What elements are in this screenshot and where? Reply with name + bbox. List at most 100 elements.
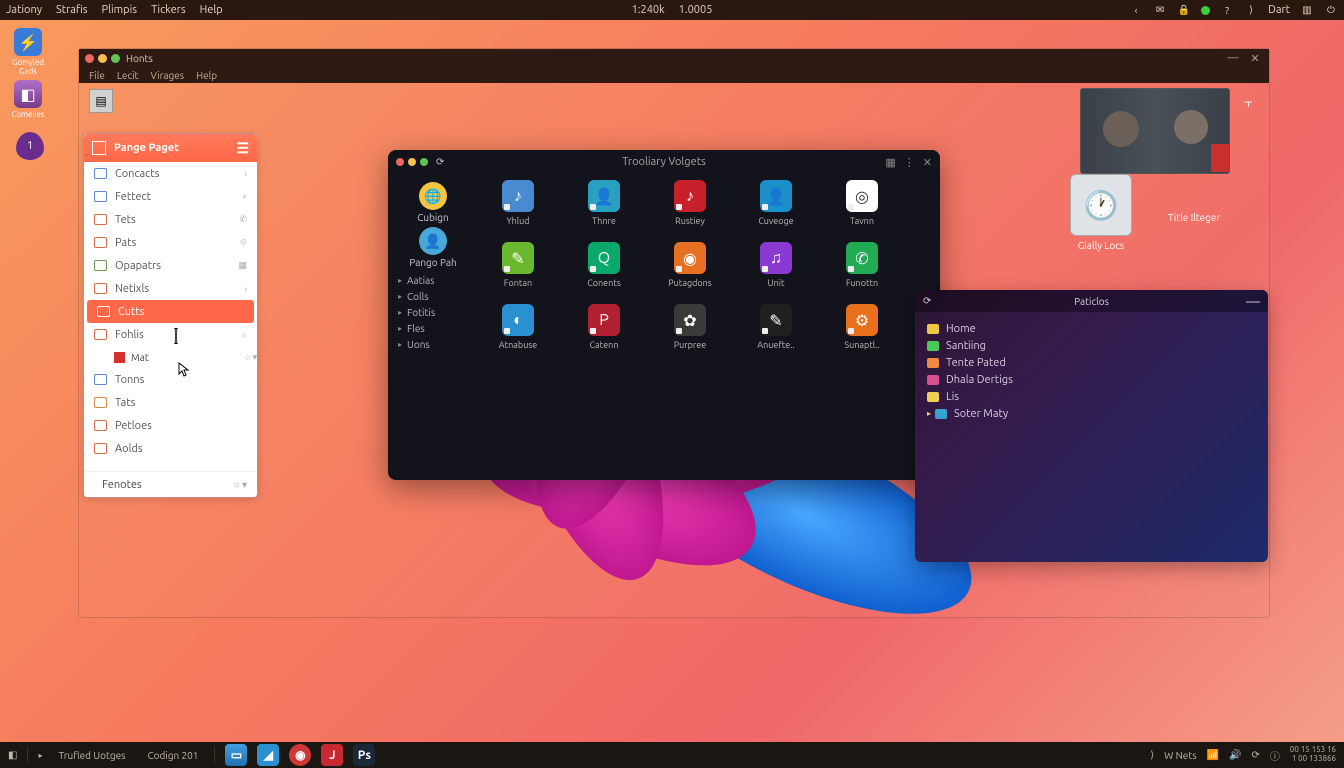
app-launcher-item[interactable]: ◎ Tavnn xyxy=(832,180,892,226)
tray-status-icon[interactable] xyxy=(1201,6,1210,15)
taskbar-chevron-icon[interactable]: ▸ xyxy=(38,751,42,760)
places-item[interactable]: Dhala Dertigs xyxy=(915,371,1268,388)
tray-app-icon[interactable]: ▥ xyxy=(1300,3,1314,17)
panel-subitem[interactable]: Mat○ ▾ xyxy=(84,346,257,368)
panel-item[interactable]: Fohlis ○ xyxy=(84,323,257,346)
menu-file[interactable]: File xyxy=(89,70,105,81)
desktop-icon-shield[interactable]: 1 xyxy=(10,132,50,162)
tray-wifi-icon[interactable]: 📶 xyxy=(1207,749,1219,761)
places-item[interactable]: ▸ Soter Maty xyxy=(915,405,1268,422)
app-launcher-item[interactable]: ✎ Fontan xyxy=(488,242,548,288)
more-icon[interactable]: ⋮ xyxy=(904,156,915,169)
places-item[interactable]: Santiing xyxy=(915,337,1268,354)
tray-info-icon[interactable]: ⓘ xyxy=(1270,748,1280,763)
ring-icon[interactable]: ○ xyxy=(242,330,247,340)
places-item[interactable]: Tente Pated xyxy=(915,354,1268,371)
panel-item[interactable]: Pats ⟐ xyxy=(84,231,257,254)
desktop-thumbnail-video[interactable] xyxy=(1080,88,1230,178)
desktop-icon-clock[interactable]: 🕐 Gially Locs xyxy=(1070,174,1132,251)
taskbar-app-icon[interactable]: Ps xyxy=(353,744,375,766)
close-icon[interactable] xyxy=(85,54,94,63)
app-launcher-item[interactable]: ♫ Unit xyxy=(746,242,806,288)
panel-item[interactable]: Concacts › xyxy=(84,162,257,185)
tray-nav-icon[interactable]: ‹ xyxy=(1129,3,1143,17)
desktop-icon[interactable]: ⚡ Gomyled Gads xyxy=(8,28,48,76)
taskbar-app-icon[interactable]: J xyxy=(321,744,343,766)
tray-label[interactable]: W Nets xyxy=(1164,750,1196,761)
places-item[interactable]: Home xyxy=(915,320,1268,337)
app-launcher-item[interactable]: ◉ Putagdons xyxy=(660,242,720,288)
tray-mail-icon[interactable]: ✉ xyxy=(1153,3,1167,17)
search-icon[interactable]: ⌕ xyxy=(242,191,247,202)
panel-item[interactable]: Aolds xyxy=(84,437,257,460)
dropdown-icon[interactable]: ○ ▾ xyxy=(245,352,257,363)
desktop-icon-label[interactable]: Title Ilteger xyxy=(1168,212,1220,223)
menu-help[interactable]: Help xyxy=(196,70,217,81)
places-item[interactable]: Lis xyxy=(915,388,1268,405)
maximize-icon[interactable] xyxy=(420,158,428,166)
menu-item[interactable]: Help xyxy=(200,4,223,16)
tray-volume-icon[interactable]: 🔊 xyxy=(1229,749,1241,761)
app-launcher-item[interactable]: Q Conents xyxy=(574,242,634,288)
panel-item[interactable]: Tonns xyxy=(84,368,257,391)
minimize-button[interactable]: — xyxy=(1225,51,1241,65)
close-button[interactable]: ✕ xyxy=(1247,51,1263,65)
taskbar-clock[interactable]: 00 15 153 16 1 00 133866 xyxy=(1290,746,1336,764)
app-launcher-item[interactable]: P Catenn xyxy=(574,304,634,350)
sidebar-item[interactable]: Aatias xyxy=(394,272,472,288)
menu-edit[interactable]: Lecit xyxy=(117,70,139,81)
sidebar-category[interactable]: 👤 Pango Pah xyxy=(394,227,472,268)
chev-icon[interactable]: › xyxy=(244,169,247,179)
app-launcher-item[interactable]: ♪ Yhlud xyxy=(488,180,548,226)
menu-icon[interactable]: ☰ xyxy=(236,140,249,157)
chev-icon[interactable]: › xyxy=(244,284,247,294)
panel-item[interactable]: Petloes xyxy=(84,414,257,437)
maximize-icon[interactable] xyxy=(111,54,120,63)
minimize-icon[interactable] xyxy=(408,158,416,166)
sidebar-item[interactable]: Fles xyxy=(394,320,472,336)
sidebar-item[interactable]: Colls xyxy=(394,288,472,304)
menu-item[interactable]: Jationy xyxy=(6,4,42,16)
taskbar-button[interactable]: Codign 201 xyxy=(141,748,204,763)
tray-lock-icon[interactable]: 🔒 xyxy=(1177,3,1191,17)
window-titlebar[interactable]: Honts — ✕ xyxy=(79,49,1269,67)
sidebar-handle-icon[interactable]: ⫟ xyxy=(1244,94,1262,118)
taskbar-app-icon[interactable]: ◢ xyxy=(257,744,279,766)
window-titlebar[interactable]: ⟳ Trooliary Volgets ▦ ⋮ ✕ xyxy=(388,150,940,174)
menu-item[interactable]: Tickers xyxy=(151,4,186,16)
tray-refresh-icon[interactable]: ⟳ xyxy=(1252,749,1260,761)
link-icon[interactable]: ⟐ xyxy=(240,237,247,248)
minimize-button[interactable]: — xyxy=(1246,293,1260,309)
tray-help-icon[interactable]: ? xyxy=(1220,3,1234,17)
phone-icon[interactable]: ✆ xyxy=(239,214,247,225)
panel-item[interactable]: Fettect ⌕ xyxy=(84,185,257,208)
panel-item[interactable]: Netixls › xyxy=(84,277,257,300)
refresh-icon[interactable]: ⟳ xyxy=(436,156,444,168)
app-launcher-item[interactable]: ⚙ Sunaptl.. xyxy=(832,304,892,350)
close-icon[interactable] xyxy=(396,158,404,166)
tray-chevron-icon[interactable]: ⟩ xyxy=(1244,3,1258,17)
dropdown-icon[interactable]: ○ ▾ xyxy=(234,479,247,491)
panel-footer-item[interactable]: Fenotes ○ ▾ xyxy=(84,471,257,497)
tray-label[interactable]: Dart xyxy=(1268,4,1290,16)
app-launcher-item[interactable]: ✿ Purpree xyxy=(660,304,720,350)
menu-item[interactable]: Strafis xyxy=(56,4,88,16)
panel-item[interactable]: Tets ✆ xyxy=(84,208,257,231)
menu-item[interactable]: Plimpis xyxy=(102,4,138,16)
app-launcher-item[interactable]: ♪ Rustiey xyxy=(660,180,720,226)
window-titlebar[interactable]: ⟳ Paticlos — xyxy=(915,290,1268,312)
cal-icon[interactable]: ▦ xyxy=(238,260,247,271)
taskbar-app-icon[interactable]: ▭ xyxy=(225,744,247,766)
toolbar-nav-button[interactable]: ▤ xyxy=(89,89,113,113)
menu-view[interactable]: Virages xyxy=(150,70,184,81)
close-button[interactable]: ✕ xyxy=(923,156,932,169)
refresh-icon[interactable]: ⟳ xyxy=(923,295,931,307)
panel-item[interactable]: Cutts xyxy=(87,300,254,323)
panel-item[interactable]: Opapatrs ▦ xyxy=(84,254,257,277)
start-icon[interactable]: ◧ xyxy=(8,749,17,761)
app-launcher-item[interactable]: ✎ Anuefte.. xyxy=(746,304,806,350)
app-launcher-item[interactable]: 👤 Cuveoge xyxy=(746,180,806,226)
desktop-icon[interactable]: ◧ Comelies xyxy=(8,80,48,119)
tray-power-icon[interactable]: ⏻ xyxy=(1324,3,1338,17)
app-launcher-item[interactable]: ✆ Funottn xyxy=(832,242,892,288)
